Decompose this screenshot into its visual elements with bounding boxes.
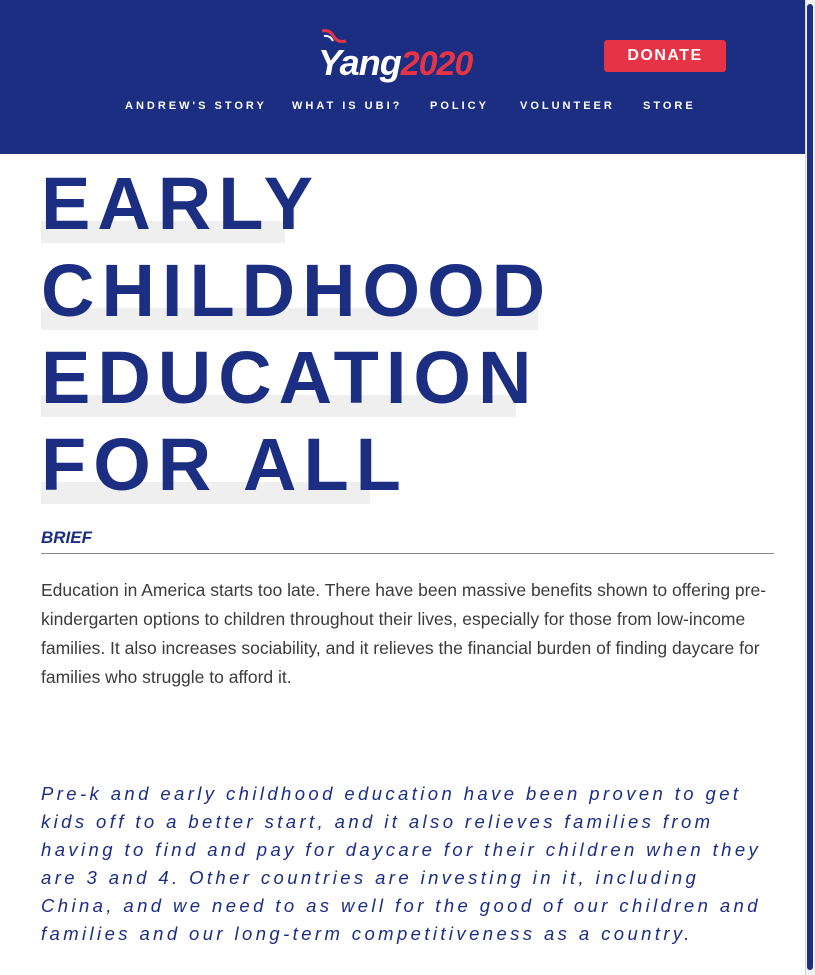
yang2020-logo[interactable]: Yang 2020 xyxy=(318,29,474,83)
brief-heading: BRIEF xyxy=(41,528,92,547)
page-title: EARLY CHILDHOOD EDUCATION FOR ALL xyxy=(41,160,552,508)
brief-paragraph: Education in America starts too late. Th… xyxy=(41,580,767,687)
donate-button[interactable]: DONATE xyxy=(604,40,726,72)
scrollbar-thumb[interactable] xyxy=(807,4,813,970)
nav-item-volunteer[interactable]: VOLUNTEER xyxy=(520,100,615,112)
vertical-scrollbar[interactable] xyxy=(805,0,815,975)
nav-item-what-is-ubi[interactable]: WHAT IS UBI? xyxy=(292,100,402,112)
title-line-2: CHILDHOOD xyxy=(41,249,553,332)
logo-name: Yang xyxy=(318,42,402,83)
site-header: Yang 2020 DONATE ANDREW'S STORY WHAT IS … xyxy=(0,0,815,154)
title-line-3: EDUCATION xyxy=(41,336,539,419)
nav-item-policy[interactable]: POLICY xyxy=(430,100,489,112)
nav-item-andrews-story[interactable]: ANDREW'S STORY xyxy=(125,100,267,112)
title-line-4: FOR ALL xyxy=(41,423,408,506)
candidate-quote: Pre-k and early childhood education have… xyxy=(41,783,762,944)
logo-year: 2020 xyxy=(400,45,474,83)
flag-swoosh-icon xyxy=(321,29,347,43)
title-line-1: EARLY xyxy=(41,162,321,245)
main-nav: ANDREW'S STORY WHAT IS UBI? POLICY VOLUN… xyxy=(0,100,815,116)
nav-item-store[interactable]: STORE xyxy=(643,100,696,112)
brief-divider xyxy=(41,553,774,554)
